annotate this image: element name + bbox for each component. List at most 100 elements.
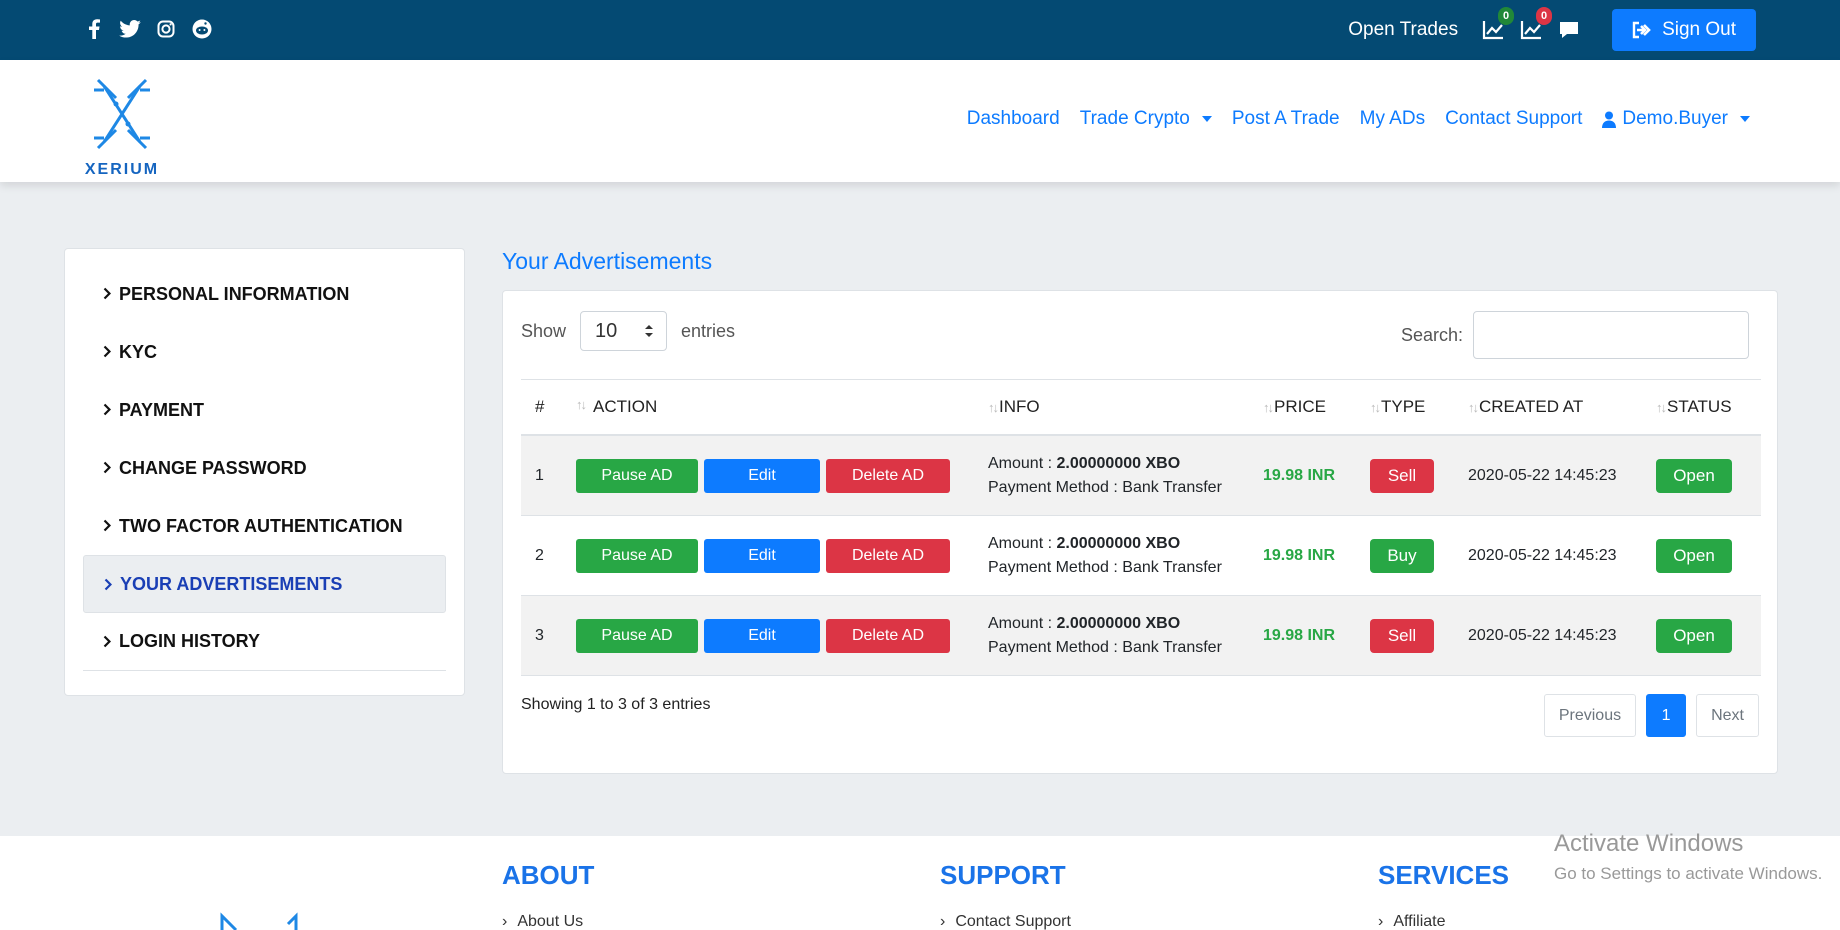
row-price: 19.98 INR — [1263, 546, 1336, 564]
open-trades-badge: 0 — [1498, 7, 1515, 25]
sidebar-item-personal-information[interactable]: PERSONAL INFORMATION — [83, 265, 446, 323]
sidebar-item-payment[interactable]: PAYMENT — [83, 381, 446, 439]
nav-my-ads[interactable]: My ADs — [1360, 108, 1425, 130]
chevron-down-icon — [1740, 116, 1750, 122]
delete-ad-button[interactable]: Delete AD — [826, 538, 950, 573]
entries-label: entries — [681, 320, 736, 341]
pause-ad-button[interactable]: Pause AD — [576, 538, 698, 573]
row-created-at: 2020-05-22 14:45:23 — [1468, 626, 1617, 644]
row-number: 2 — [535, 546, 544, 564]
col-header-label: TYPE — [1381, 397, 1426, 416]
watermark-title: Activate Windows — [1554, 830, 1744, 857]
previous-page-button[interactable]: Previous — [1543, 694, 1637, 737]
col-header-status[interactable]: ↑↓ STATUS — [1656, 397, 1761, 417]
status-badge: Open — [1656, 458, 1732, 493]
col-header-num[interactable]: # — [521, 397, 576, 417]
site-logo[interactable]: XERIUM — [84, 76, 160, 179]
page-1-button[interactable]: 1 — [1646, 694, 1687, 737]
table-header: # ↑↓ ACTION ↑↓ INFO ↑↓ PRICE ↑↓ TYPE ↑↓ CREAT… — [521, 380, 1761, 436]
trades-chart-icon-2[interactable]: 0 — [1518, 7, 1553, 43]
sidebar-item-kyc[interactable]: KYC — [83, 323, 446, 381]
twitter-icon[interactable] — [119, 18, 141, 40]
sign-out-button[interactable]: Sign Out — [1612, 9, 1756, 51]
status-badge: Open — [1656, 618, 1732, 653]
payment-method: Bank Transfer — [1122, 478, 1222, 496]
col-header-created-at[interactable]: ↑↓ CREATED AT — [1468, 397, 1656, 417]
col-header-label: PRICE — [1274, 397, 1326, 416]
amount-label: Amount : — [988, 534, 1053, 552]
chat-icon[interactable] — [1556, 17, 1582, 43]
chevron-right-icon: › — [1378, 913, 1384, 930]
user-name: Demo.Buyer — [1622, 108, 1728, 129]
chevron-right-icon — [103, 287, 111, 300]
col-header-label: ACTION — [593, 397, 658, 416]
nav-user-menu[interactable]: Demo.Buyer — [1602, 108, 1750, 130]
delete-ad-button[interactable]: Delete AD — [826, 618, 950, 653]
sidebar-item-label: TWO FACTOR AUTHENTICATION — [119, 515, 403, 536]
search-input[interactable] — [1473, 311, 1749, 359]
footer-link-about-us[interactable]: › About Us — [502, 913, 594, 930]
disputes-badge: 0 — [1536, 7, 1553, 25]
sidebar-item-change-password[interactable]: CHANGE PASSWORD — [83, 439, 446, 497]
edit-button[interactable]: Edit — [704, 538, 820, 573]
sidebar-item-your-advertisements[interactable]: YOUR ADVERTISEMENTS — [83, 555, 446, 613]
edit-button[interactable]: Edit — [704, 618, 820, 653]
chevron-right-icon — [103, 461, 111, 474]
col-header-label: CREATED AT — [1479, 397, 1584, 416]
top-bar: Open Trades 0 0 Sign Out — [0, 0, 1840, 60]
status-badge: Open — [1656, 538, 1732, 573]
footer-about: ABOUT › About Us — [502, 860, 594, 930]
xerium-logo-icon — [94, 78, 150, 150]
row-created-at: 2020-05-22 14:45:23 — [1468, 466, 1617, 484]
row-actions: Pause AD Edit Delete AD — [576, 538, 988, 573]
delete-ad-button[interactable]: Delete AD — [826, 458, 950, 493]
amount-value: 2.00000000 XBO — [1056, 454, 1181, 472]
nav-contact-support[interactable]: Contact Support — [1445, 108, 1582, 130]
footer-link-label: Contact Support — [955, 913, 1071, 930]
col-header-action[interactable]: ↑↓ ACTION — [576, 397, 988, 417]
instagram-icon[interactable] — [155, 18, 177, 40]
footer-link-label: Affiliate — [1393, 913, 1446, 930]
chevron-right-icon: › — [940, 913, 946, 930]
main-nav: Dashboard Trade Crypto Post A Trade My A… — [967, 108, 1750, 130]
show-label: Show — [521, 320, 567, 341]
trades-chart-icon[interactable]: 0 — [1480, 7, 1515, 43]
sidebar-item-login-history[interactable]: LOGIN HISTORY — [83, 613, 446, 671]
payment-label: Payment Method : — [988, 558, 1118, 576]
nav-trade-crypto-label: Trade Crypto — [1079, 108, 1190, 129]
edit-button[interactable]: Edit — [704, 458, 820, 493]
footer-link-affiliate[interactable]: › Affiliate — [1378, 913, 1509, 930]
facebook-icon[interactable] — [83, 18, 105, 40]
sort-icon: ↑↓ — [1656, 400, 1667, 415]
open-trades-label[interactable]: Open Trades — [1348, 19, 1458, 41]
chevron-down-icon — [1201, 116, 1212, 122]
chevron-right-icon — [103, 519, 111, 532]
pause-ad-button[interactable]: Pause AD — [576, 618, 698, 653]
search-label: Search: — [1400, 324, 1463, 345]
sort-icon: ↑↓ — [1468, 400, 1479, 415]
next-page-button[interactable]: Next — [1696, 694, 1759, 737]
nav-dashboard[interactable]: Dashboard — [967, 108, 1060, 130]
amount-value: 2.00000000 XBO — [1056, 534, 1181, 552]
chevron-right-icon — [103, 345, 111, 358]
nav-post-trade[interactable]: Post A Trade — [1232, 108, 1340, 130]
nav-trade-crypto[interactable]: Trade Crypto — [1080, 108, 1212, 130]
col-header-type[interactable]: ↑↓ TYPE — [1370, 397, 1468, 417]
amount-value: 2.00000000 XBO — [1056, 614, 1181, 632]
row-price: 19.98 INR — [1263, 466, 1336, 484]
col-header-price[interactable]: ↑↓ PRICE — [1263, 397, 1370, 417]
top-right-controls: Open Trades 0 0 Sign Out — [1348, 7, 1756, 51]
entries-value: 10 — [595, 319, 618, 342]
footer-link-contact-support[interactable]: › Contact Support — [940, 913, 1071, 930]
sidebar-item-label: YOUR ADVERTISEMENTS — [120, 573, 343, 594]
pause-ad-button[interactable]: Pause AD — [576, 458, 698, 493]
row-info: Amount : 2.00000000 XBO Payment Method :… — [988, 452, 1263, 500]
col-header-info[interactable]: ↑↓ INFO — [988, 395, 1263, 420]
reddit-icon[interactable] — [191, 18, 213, 40]
table-search: Search: — [1401, 311, 1749, 359]
type-badge: Sell — [1370, 618, 1434, 653]
row-actions: Pause AD Edit Delete AD — [576, 618, 988, 653]
sign-out-label: Sign Out — [1662, 19, 1736, 40]
sidebar-item-two-factor[interactable]: TWO FACTOR AUTHENTICATION — [83, 497, 446, 555]
entries-select[interactable]: 10 — [580, 311, 668, 351]
